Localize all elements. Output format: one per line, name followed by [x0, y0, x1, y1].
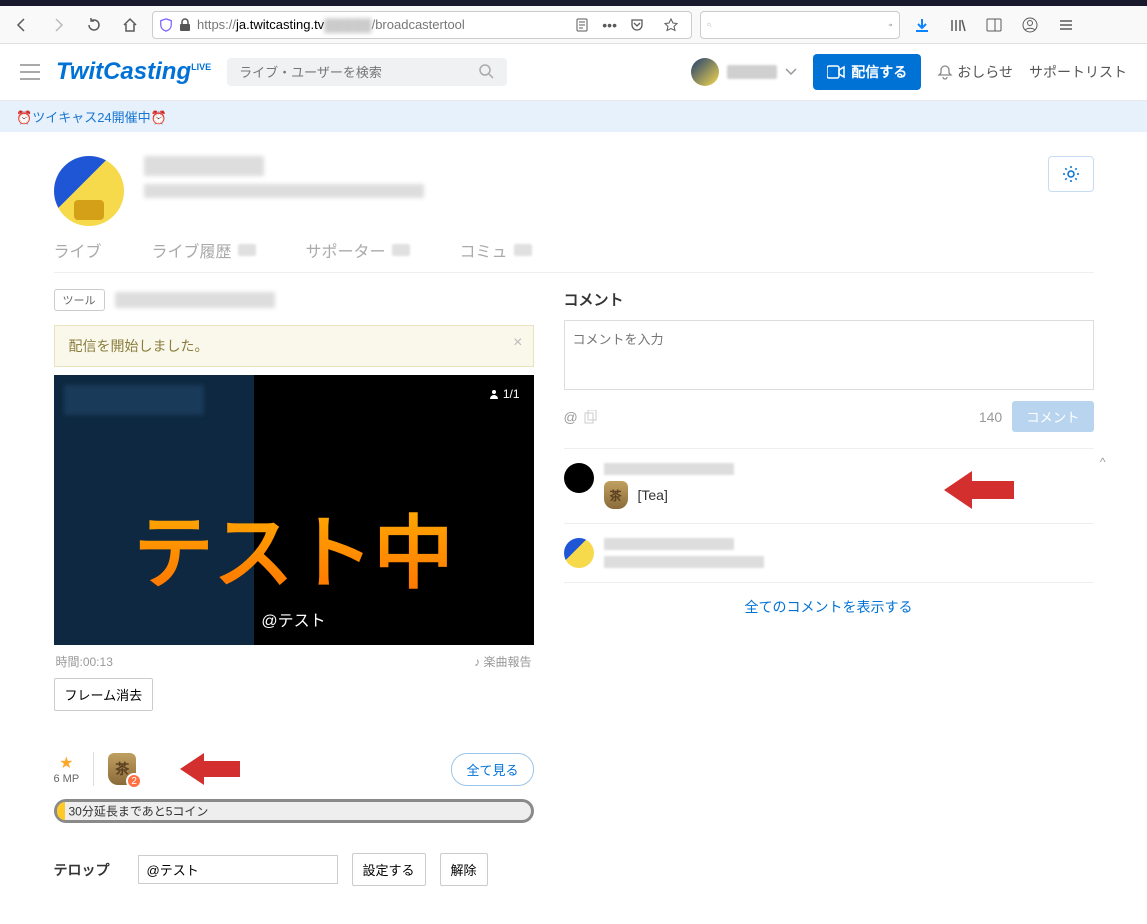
tab-supporter[interactable]: サポーター	[306, 238, 410, 262]
telop-label: テロップ	[54, 860, 124, 880]
overlay-sub: @テスト	[261, 607, 325, 631]
profile-name	[144, 156, 264, 176]
viewer-count: 1/1	[489, 387, 520, 401]
support-link[interactable]: サポートリスト	[1029, 62, 1127, 82]
comment-item	[564, 524, 1094, 583]
go-icon[interactable]	[888, 18, 893, 32]
avatar	[691, 58, 719, 86]
avatar[interactable]	[564, 538, 594, 568]
scroll-indicator: ^	[1100, 455, 1106, 469]
site-header: TwitCastingLIVE 配信する おしらせ サポートリスト	[0, 44, 1147, 101]
gear-icon	[1062, 165, 1080, 183]
video-player[interactable]: 1/1 テスト中 @テスト	[54, 375, 534, 645]
tool-badge: ツール	[54, 289, 105, 311]
notice-link[interactable]: おしらせ	[937, 62, 1013, 82]
comment-text	[604, 556, 764, 568]
arrow-annotation	[944, 469, 1014, 511]
download-icon[interactable]	[908, 11, 936, 39]
bell-icon	[937, 64, 953, 80]
telop-set-button[interactable]: 設定する	[352, 853, 426, 886]
broadcast-button[interactable]: 配信する	[813, 54, 921, 90]
broadcast-notice: 配信を開始しました。 ×	[54, 325, 534, 367]
coin-progress: 30分延長まであと5コイン	[54, 799, 534, 823]
profile-block	[54, 132, 1094, 238]
video-icon	[827, 65, 845, 79]
profile-desc	[144, 184, 424, 198]
comment-item: 茶 [Tea]	[564, 449, 1094, 524]
library-icon[interactable]	[944, 11, 972, 39]
tab-history[interactable]: ライブ履歴	[152, 238, 256, 262]
pocket-icon[interactable]	[623, 11, 651, 39]
profile-tabs: ライブ ライブ履歴 サポーター コミュ	[54, 238, 1094, 273]
banner: ⏰ツイキャス24開催中⏰	[0, 101, 1147, 132]
site-search-input[interactable]	[239, 65, 479, 80]
settings-button[interactable]	[1048, 156, 1094, 192]
comment-input[interactable]	[564, 320, 1094, 390]
comment-username	[604, 538, 734, 550]
browser-search[interactable]	[700, 11, 900, 39]
bookmark-icon[interactable]	[657, 11, 685, 39]
tea-gift[interactable]: 茶 2	[108, 753, 136, 785]
url-bar[interactable]: https://ja.twitcasting.tv▓▓▓▓▓/broadcast…	[152, 11, 692, 39]
search-icon	[479, 64, 495, 80]
tab-community[interactable]: コミュ	[460, 238, 532, 262]
tab-live[interactable]: ライブ	[54, 238, 102, 262]
copy-icon[interactable]	[584, 410, 598, 424]
lock-icon	[179, 18, 191, 32]
show-all-comments-link[interactable]: 全てのコメントを表示する	[745, 599, 913, 615]
avatar[interactable]	[564, 463, 594, 493]
chevron-down-icon	[785, 68, 797, 76]
site-search[interactable]	[227, 58, 507, 86]
reader-icon[interactable]	[568, 11, 596, 39]
profile-avatar[interactable]	[54, 156, 124, 226]
see-all-button[interactable]: 全て見る	[451, 753, 533, 786]
ellipsis-icon[interactable]: •••	[602, 17, 617, 33]
browser-search-input[interactable]	[712, 17, 888, 32]
arrow-annotation	[180, 751, 240, 787]
music-report-link[interactable]: ♪ 楽曲報告	[474, 653, 531, 670]
tool-info	[115, 292, 275, 308]
shield-icon	[159, 18, 173, 32]
account-icon[interactable]	[1016, 11, 1044, 39]
telop-clear-button[interactable]: 解除	[440, 853, 488, 886]
menu-icon[interactable]	[1052, 11, 1080, 39]
username	[727, 65, 777, 79]
char-count: 140	[979, 409, 1002, 425]
tea-label: [Tea]	[638, 487, 668, 503]
overlay-text: テスト中	[134, 489, 454, 605]
submit-comment-button[interactable]: コメント	[1012, 401, 1093, 432]
reload-button[interactable]	[80, 11, 108, 39]
back-button[interactable]	[8, 11, 36, 39]
mention-icon[interactable]: @	[564, 409, 578, 425]
browser-toolbar: https://ja.twitcasting.tv▓▓▓▓▓/broadcast…	[0, 6, 1147, 44]
comments-list: ^ 茶 [Tea]	[564, 448, 1094, 631]
close-icon[interactable]: ×	[513, 334, 522, 352]
user-menu[interactable]	[691, 58, 797, 86]
site-logo[interactable]: TwitCastingLIVE	[56, 58, 211, 86]
banner-link[interactable]: ツイキャス24開催中	[32, 110, 150, 125]
url-text: https://ja.twitcasting.tv▓▓▓▓▓/broadcast…	[197, 17, 562, 32]
tea-icon: 茶	[604, 481, 628, 509]
forward-button[interactable]	[44, 11, 72, 39]
tea-count-badge: 2	[126, 773, 142, 789]
hamburger-icon[interactable]	[20, 64, 40, 80]
home-button[interactable]	[116, 11, 144, 39]
clear-frame-button[interactable]: フレーム消去	[54, 678, 154, 711]
telop-input[interactable]	[138, 855, 338, 884]
comment-username	[604, 463, 734, 475]
mp-block: ★ 6 MP	[54, 753, 80, 785]
comments-title: コメント	[564, 289, 1094, 310]
elapsed-time: 時間:00:13	[56, 653, 113, 670]
sidebar-icon[interactable]	[980, 11, 1008, 39]
